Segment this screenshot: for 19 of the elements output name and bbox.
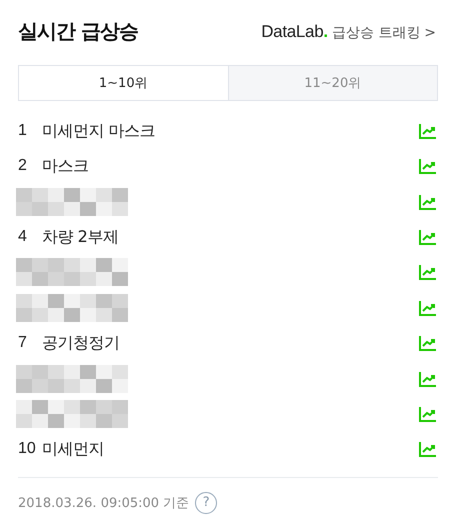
trend-chart-icon[interactable] — [418, 439, 438, 460]
keyword-link[interactable]: 마스크 — [42, 156, 88, 177]
section-title: 실시간 급상승 — [18, 18, 138, 46]
trend-chart-icon[interactable] — [418, 121, 438, 142]
keyword-link[interactable]: 차량 2부제 — [42, 226, 118, 248]
tracking-link[interactable]: DataLab. 급상승 트래킹 > — [261, 22, 436, 42]
keyword-link[interactable]: 미세먼지 — [42, 438, 104, 460]
rank-number: 7 — [18, 334, 28, 352]
rank-number: 1 — [18, 122, 28, 140]
keyword-link[interactable]: 공기청정기 — [42, 332, 120, 354]
rank-number: 4 — [18, 228, 28, 246]
trend-chart-icon[interactable] — [418, 156, 438, 176]
timestamp-text: 2018.03.26. 09:05:00 기준 — [18, 494, 190, 512]
trend-chart-icon[interactable] — [418, 227, 438, 248]
keyword-link[interactable]: 미세먼지 마스크 — [42, 120, 156, 142]
rank-number: 2 — [18, 157, 28, 176]
trend-chart-icon[interactable] — [418, 333, 438, 354]
rank-number: 10 — [18, 440, 37, 458]
trend-chart-icon[interactable] — [418, 262, 438, 282]
